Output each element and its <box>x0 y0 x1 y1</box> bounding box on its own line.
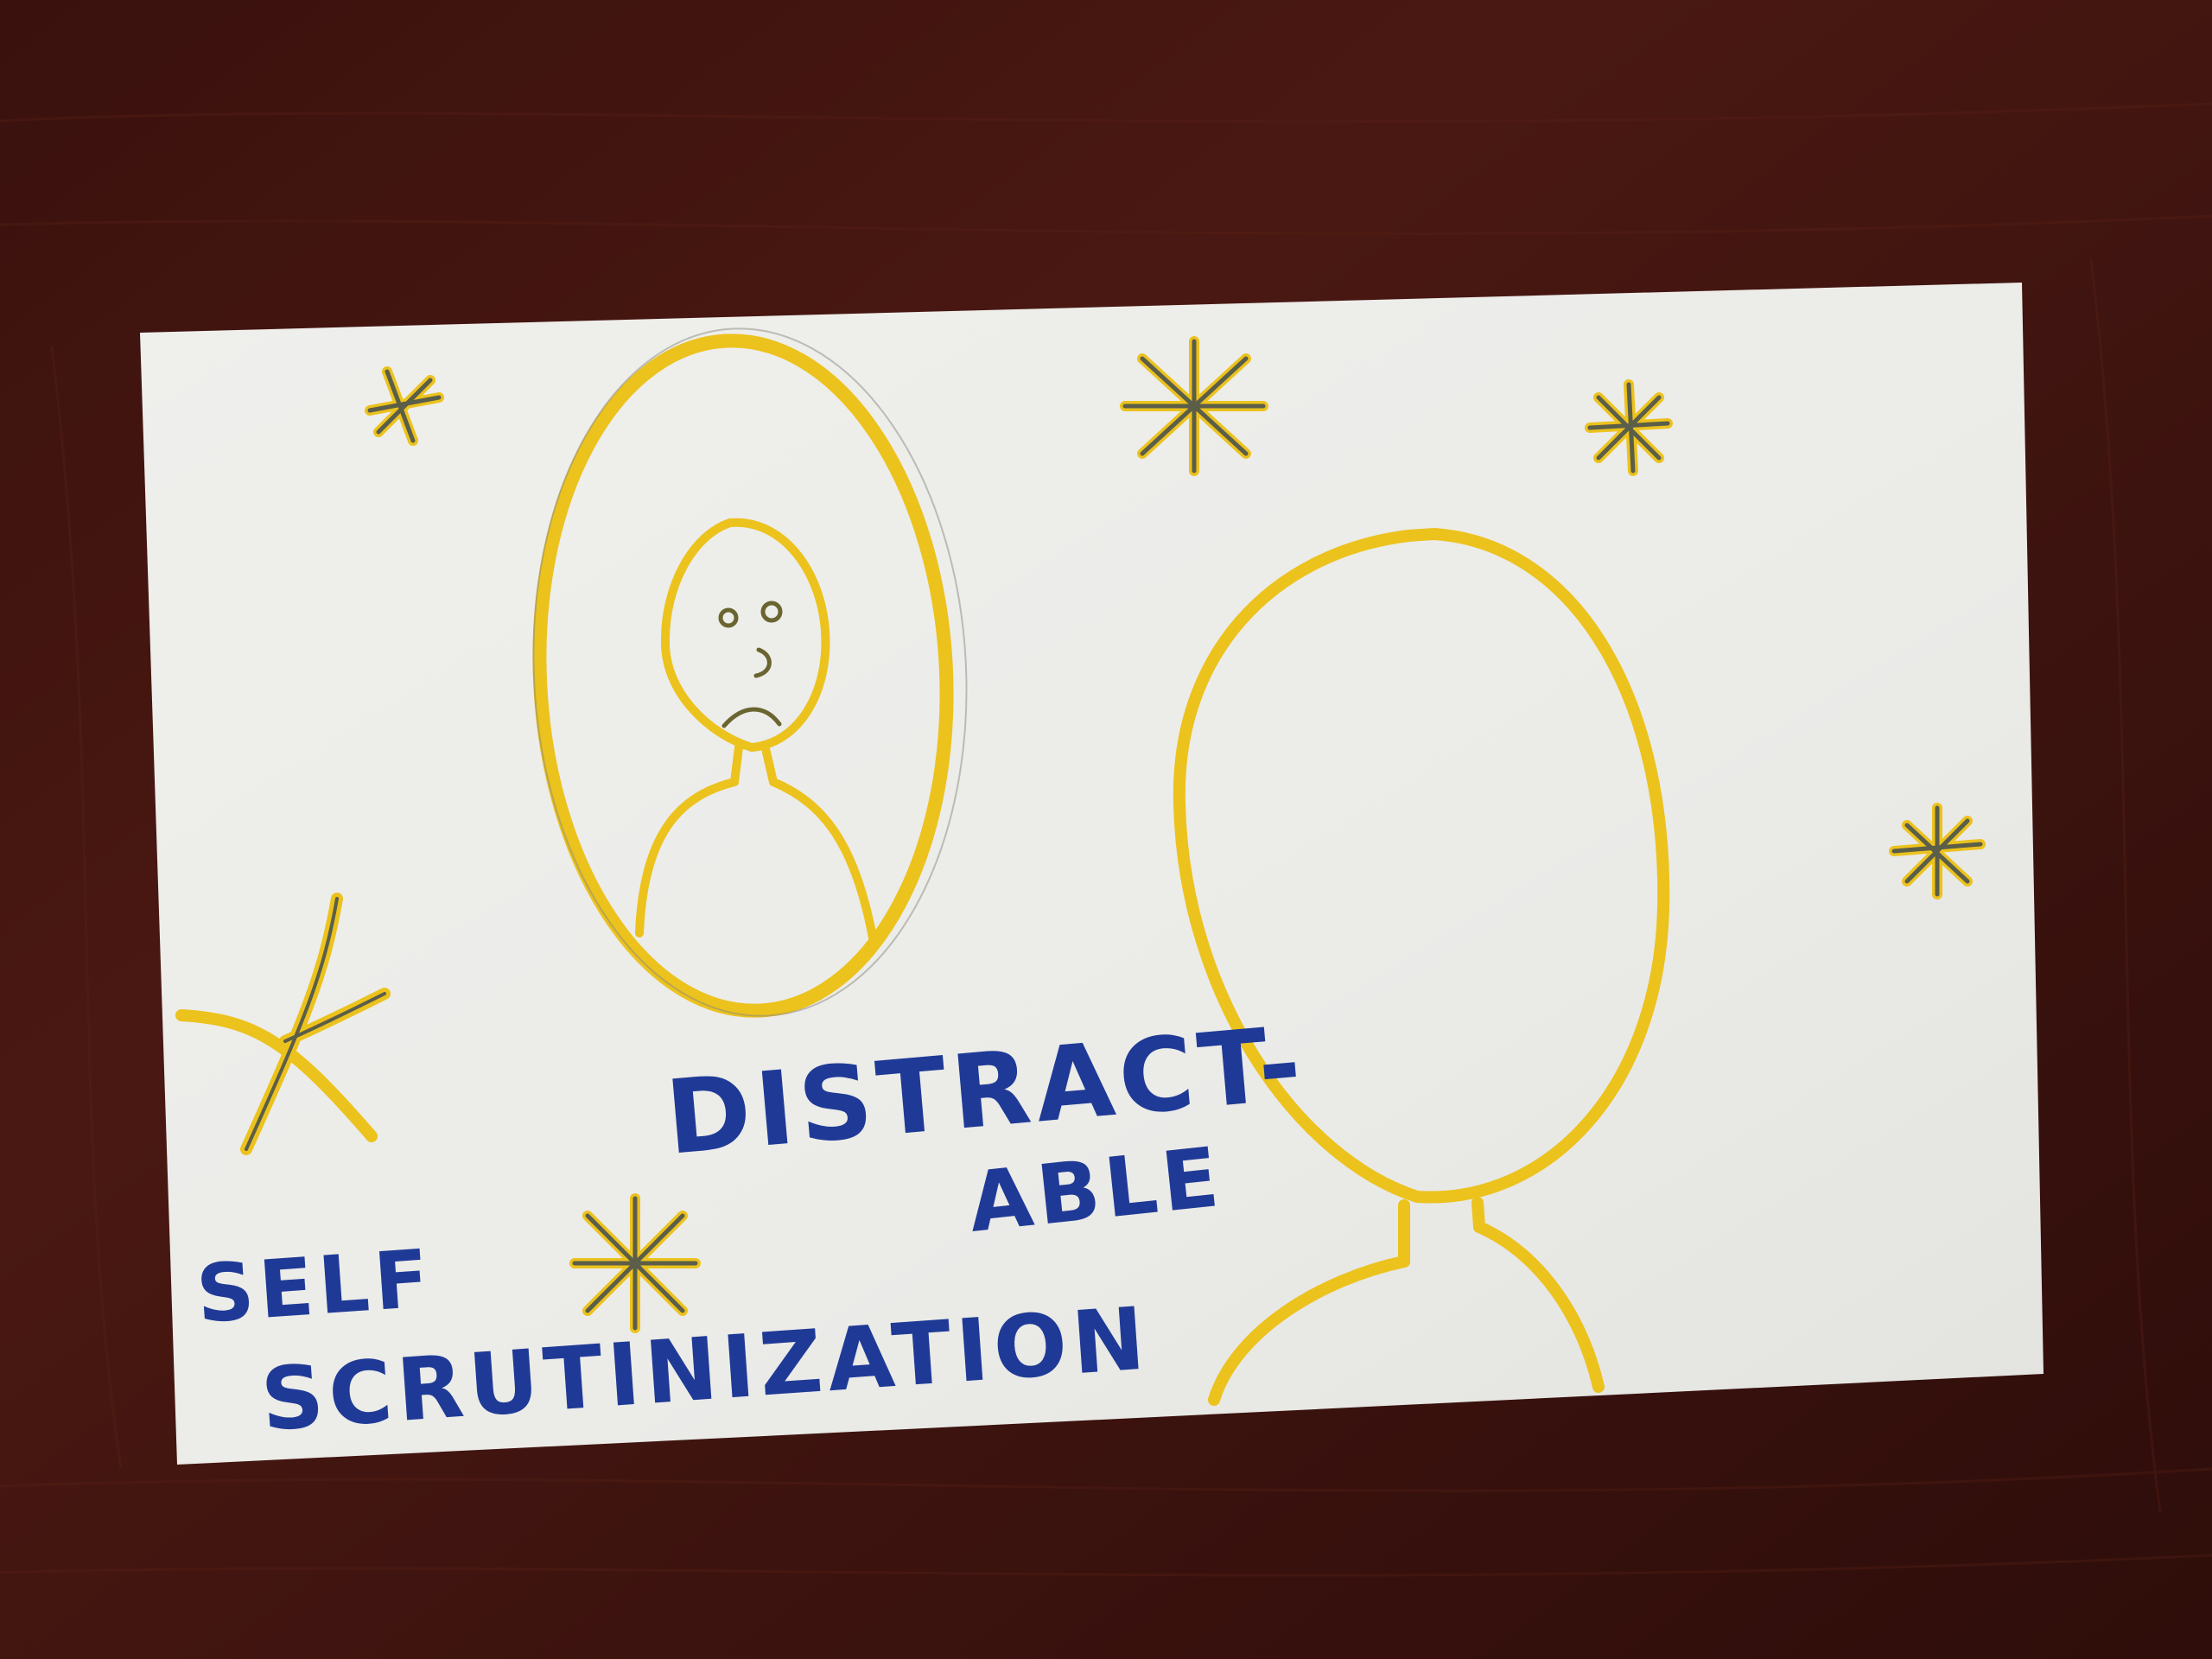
star-icon <box>569 1193 701 1333</box>
star-icon <box>1120 336 1268 476</box>
star-icon <box>1585 379 1673 476</box>
word-self: SELF <box>194 1232 436 1341</box>
reflection-neck-left <box>730 743 743 786</box>
photo-scene: DISTRACT- ABLE SELF SCRUTINIZATION <box>0 0 2212 1659</box>
